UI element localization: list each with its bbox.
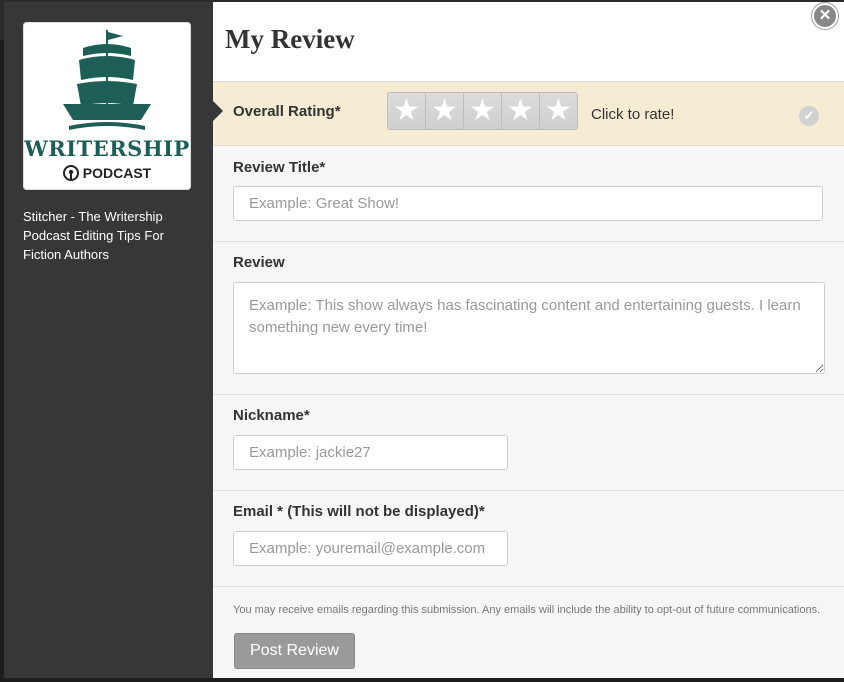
star-rating[interactable]: ★ ★ ★ ★ ★ [387, 92, 578, 130]
email-input[interactable] [233, 531, 508, 566]
ship-logo-icon [63, 30, 151, 130]
podcast-label-text: PODCAST [82, 165, 152, 181]
star-5-icon[interactable]: ★ [540, 93, 577, 129]
star-3-icon[interactable]: ★ [464, 93, 502, 129]
star-2-icon[interactable]: ★ [426, 93, 464, 129]
podcast-icon [62, 165, 79, 184]
podcast-label: PODCAST [23, 165, 191, 184]
review-title-section: Review Title* [213, 146, 844, 242]
review-title-input[interactable] [233, 186, 823, 221]
dialog-title: My Review [225, 24, 355, 54]
review-section: Review [213, 242, 844, 395]
nickname-section: Nickname* [213, 395, 844, 491]
email-disclaimer: You may receive emails regarding this su… [233, 604, 821, 616]
email-label: Email * (This will not be displayed)* [233, 503, 485, 520]
podcast-sidebar: WRITERSHIP PODCAST Stitcher - The Writer… [4, 2, 213, 678]
post-review-button[interactable]: Post Review [234, 633, 355, 669]
check-icon: ✓ [799, 106, 819, 126]
nickname-input[interactable] [233, 435, 508, 470]
review-textarea[interactable] [233, 282, 825, 374]
rating-hint: Click to rate! [591, 106, 675, 123]
nickname-label: Nickname* [233, 407, 310, 424]
overall-rating-label: Overall Rating* [233, 103, 341, 120]
email-section: Email * (This will not be displayed)* [213, 491, 844, 587]
review-dialog: WRITERSHIP PODCAST Stitcher - The Writer… [4, 2, 844, 678]
podcast-cover-art: WRITERSHIP PODCAST [23, 22, 191, 190]
dialog-header: My Review [213, 2, 844, 82]
overall-rating-row: Overall Rating* ★ ★ ★ ★ ★ Click to rate!… [213, 82, 844, 146]
review-title-label: Review Title* [233, 159, 326, 176]
star-1-icon[interactable]: ★ [388, 93, 426, 129]
rating-pointer [213, 101, 223, 121]
podcast-title[interactable]: Stitcher - The Writership Podcast Editin… [23, 207, 193, 264]
close-icon[interactable]: ✕ [812, 3, 838, 29]
review-label: Review [233, 254, 285, 271]
podcast-brand-text: WRITERSHIP [24, 136, 190, 161]
star-4-icon[interactable]: ★ [502, 93, 540, 129]
review-form: My Review Overall Rating* ★ ★ ★ ★ ★ Clic… [213, 2, 844, 678]
